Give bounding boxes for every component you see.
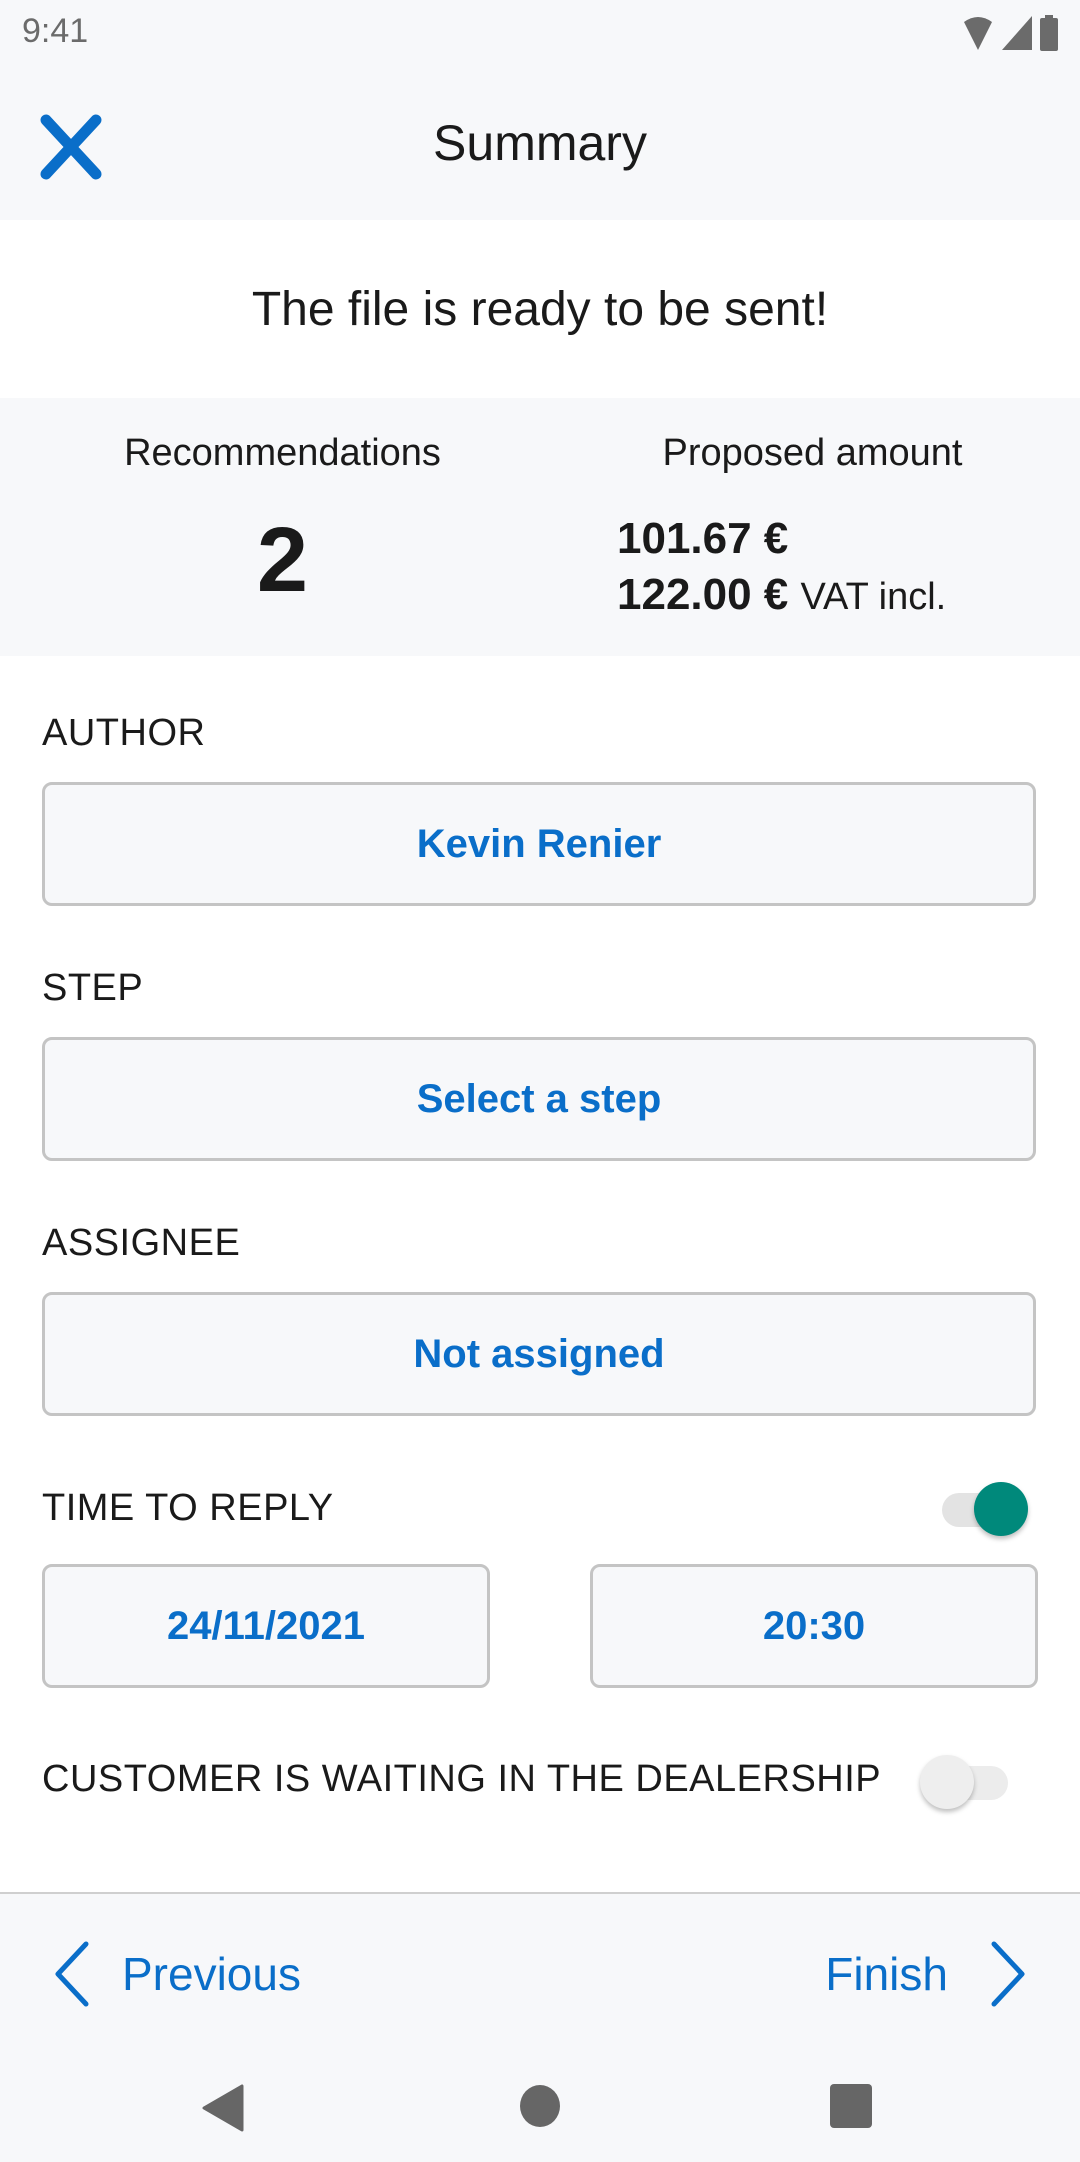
recommendations-count: 2 <box>256 509 309 611</box>
customer-waiting-label: CUSTOMER IS WAITING IN THE DEALERSHIP <box>42 1758 882 1800</box>
author-select[interactable]: Kevin Renier <box>42 782 1036 906</box>
page-title: Summary <box>433 115 647 171</box>
proposed-amount-label: Proposed amount <box>662 432 963 474</box>
time-to-reply-toggle[interactable] <box>942 1479 1028 1536</box>
toggle-knob <box>974 1482 1028 1536</box>
summary-panel: Recommendations 2 Proposed amount 101.67… <box>0 398 1080 656</box>
toggle-knob <box>920 1755 974 1809</box>
system-navigation-bar <box>0 2064 1080 2144</box>
status-bar: 9:41 <box>0 0 1080 66</box>
assignee-select[interactable]: Not assigned <box>42 1292 1036 1416</box>
recommendations-label: Recommendations <box>124 432 441 474</box>
amount-incl-vat-row: 122.00 € VAT incl. <box>617 570 946 620</box>
chevron-left-icon <box>55 1941 89 2007</box>
finish-label: Finish <box>825 1948 948 2000</box>
wifi-icon <box>964 17 992 50</box>
step-select[interactable]: Select a step <box>42 1037 1036 1161</box>
signal-icon <box>1002 16 1032 50</box>
amount-excl-vat: 101.67 € <box>617 514 789 563</box>
previous-label: Previous <box>122 1948 301 2000</box>
back-icon[interactable] <box>200 2084 244 2132</box>
previous-button[interactable]: Previous <box>52 1934 301 2014</box>
reply-date-button[interactable]: 24/11/2021 <box>42 1564 490 1688</box>
assignee-label: ASSIGNEE <box>42 1222 241 1264</box>
footer-nav: Previous Finish <box>0 1892 1080 2162</box>
reply-time-button[interactable]: 20:30 <box>590 1564 1038 1688</box>
home-icon[interactable] <box>519 2084 561 2128</box>
proposed-amount-column: Proposed amount 101.67 € 122.00 € VAT in… <box>565 398 1080 656</box>
finish-button[interactable]: Finish <box>825 1934 1028 2014</box>
battery-icon <box>1040 15 1058 51</box>
status-time: 9:41 <box>22 12 89 50</box>
vat-suffix: VAT incl. <box>800 576 947 618</box>
recommendations-column: Recommendations 2 <box>0 398 565 656</box>
author-label: AUTHOR <box>42 712 206 754</box>
chevron-right-icon <box>991 1941 1025 2007</box>
amount-incl-vat: 122.00 € <box>617 570 789 619</box>
app-bar: Summary <box>0 66 1080 220</box>
recents-icon[interactable] <box>830 2084 872 2128</box>
customer-waiting-toggle[interactable] <box>920 1752 1008 1809</box>
ready-message: The file is ready to be sent! <box>0 220 1080 398</box>
status-icons <box>962 15 1058 51</box>
step-label: STEP <box>42 967 144 1009</box>
time-to-reply-label: TIME TO REPLY <box>42 1487 334 1529</box>
